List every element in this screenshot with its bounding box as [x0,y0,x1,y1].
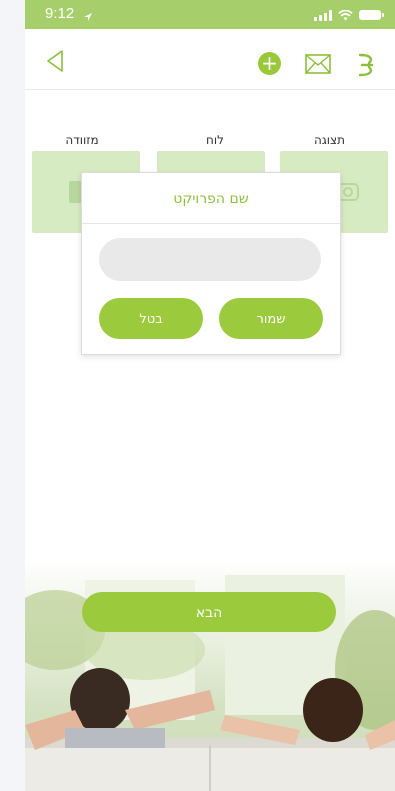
project-name-dialog: שם הפרויקט שמור בטל [81,172,341,355]
category-label-display: תצוגה [314,133,346,147]
project-name-input[interactable] [99,238,321,281]
wifi-icon [338,6,353,25]
location-arrow-icon [83,7,93,26]
back-arrow-icon[interactable] [45,49,65,77]
add-icon[interactable]: + [258,52,281,75]
dialog-divider [82,223,340,224]
save-button[interactable]: שמור [219,298,323,339]
next-button[interactable]: הבא [82,592,336,632]
dialog-title: שם הפרויקט [173,191,249,207]
status-bar: 9:12 [25,0,395,29]
battery-icon [359,10,384,20]
menu-icon[interactable] [355,52,377,82]
camera-icon [340,181,360,207]
mail-icon[interactable] [305,54,331,78]
app-screen: 9:12 + תצוגה לוח מזוודה שם הפרויקט שמור … [25,0,395,791]
app-header [25,29,395,90]
status-time: 9:12 [45,5,75,22]
cancel-button[interactable]: בטל [99,298,203,339]
signal-icon [314,9,332,21]
category-label-board: לוח [206,133,224,147]
category-label-suitcase: מזוודה [65,133,99,147]
